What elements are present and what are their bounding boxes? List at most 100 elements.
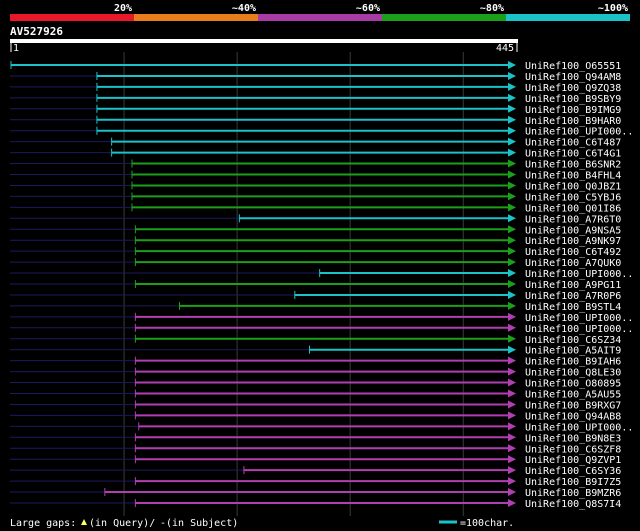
hit-row[interactable]: UniRef100_Q94AB8 bbox=[10, 411, 621, 422]
hit-label[interactable]: UniRef100_C5YBJ6 bbox=[525, 192, 621, 203]
hit-label[interactable]: UniRef100_A9NK97 bbox=[525, 236, 621, 247]
hit-label[interactable]: UniRef100_B9I7Z5 bbox=[525, 477, 621, 488]
hit-label[interactable]: UniRef100_B6SNR2 bbox=[525, 160, 621, 171]
ruler-start-label: 1 bbox=[13, 43, 19, 54]
hit-row[interactable]: UniRef100_B9HAR0 bbox=[10, 115, 621, 127]
hit-arrow bbox=[508, 236, 516, 245]
hit-row[interactable]: UniRef100_A9PG11 bbox=[10, 280, 621, 291]
hit-label[interactable]: UniRef100_A7R0P6 bbox=[525, 291, 621, 302]
hit-label[interactable]: UniRef100_B9IAH6 bbox=[525, 357, 621, 368]
hit-row[interactable]: UniRef100_Q94AM8 bbox=[10, 71, 621, 83]
hit-row[interactable]: UniRef100_UPI000.. bbox=[10, 323, 633, 335]
hit-row[interactable]: UniRef100_Q01I86 bbox=[10, 203, 621, 214]
hit-arrow bbox=[508, 345, 516, 354]
hit-row[interactable]: UniRef100_Q9ZVP1 bbox=[10, 455, 621, 466]
hit-row[interactable]: UniRef100_B9IAH6 bbox=[10, 356, 621, 368]
hit-label[interactable]: UniRef100_C6T4G1 bbox=[525, 149, 621, 160]
hit-row[interactable]: UniRef100_B9SBY9 bbox=[10, 93, 621, 105]
hit-arrow bbox=[508, 192, 516, 201]
hit-row[interactable]: UniRef100_C6T4G1 bbox=[10, 148, 621, 160]
query-bar bbox=[10, 39, 518, 43]
hit-label[interactable]: UniRef100_C6SY36 bbox=[525, 466, 621, 477]
hit-row[interactable]: UniRef100_Q9ZQ38 bbox=[10, 82, 621, 94]
hit-row[interactable]: UniRef100_UPI000.. bbox=[10, 312, 633, 324]
hit-row[interactable]: UniRef100_C6SZF8 bbox=[10, 444, 621, 455]
hit-label[interactable]: UniRef100_O80895 bbox=[525, 379, 621, 390]
scale-label: ~40% bbox=[232, 3, 256, 14]
hit-row[interactable]: UniRef100_B4FHL4 bbox=[10, 170, 621, 182]
hit-row[interactable]: UniRef100_B9RXG7 bbox=[10, 400, 621, 411]
hit-row[interactable]: UniRef100_B6SNR2 bbox=[10, 159, 621, 171]
hit-arrow bbox=[508, 61, 516, 69]
hit-label[interactable]: UniRef100_C6SZF8 bbox=[525, 444, 621, 455]
hit-arrow bbox=[508, 269, 516, 278]
hit-label[interactable]: UniRef100_Q9ZQ38 bbox=[525, 83, 621, 94]
hit-row[interactable]: UniRef100_B9STL4 bbox=[10, 301, 621, 313]
hit-row[interactable]: UniRef100_A9NK97 bbox=[10, 236, 621, 247]
hit-label[interactable]: UniRef100_Q8LE30 bbox=[525, 368, 621, 379]
hit-row[interactable]: UniRef100_A5AU55 bbox=[10, 389, 621, 401]
hit-row[interactable]: UniRef100_A7R0P6 bbox=[10, 290, 621, 302]
hit-arrow bbox=[508, 356, 516, 365]
hit-arrow bbox=[508, 115, 516, 124]
hit-row[interactable]: UniRef100_Q8S7I4 bbox=[10, 499, 621, 510]
hit-row[interactable]: UniRef100_B9MZR6 bbox=[10, 488, 621, 499]
hit-label[interactable]: UniRef100_B9MZR6 bbox=[525, 488, 621, 499]
hit-label[interactable]: UniRef100_A5AIT9 bbox=[525, 346, 621, 357]
hit-arrow bbox=[508, 444, 516, 453]
hit-row[interactable]: UniRef100_C6T487 bbox=[10, 137, 621, 149]
hit-label[interactable]: UniRef100_C6T487 bbox=[525, 138, 621, 149]
hit-label[interactable]: UniRef100_O65551 bbox=[525, 61, 621, 72]
hit-row[interactable]: UniRef100_O80895 bbox=[10, 378, 621, 390]
hit-row[interactable]: UniRef100_O65551 bbox=[10, 61, 621, 72]
hit-row[interactable]: UniRef100_Q8LE30 bbox=[10, 367, 621, 379]
hit-row[interactable]: UniRef100_UPI000.. bbox=[10, 126, 633, 138]
hit-row[interactable]: UniRef100_C5YBJ6 bbox=[10, 192, 621, 203]
ruler-end-label: 445 bbox=[496, 43, 514, 54]
hit-label[interactable]: UniRef100_A7R6T0 bbox=[525, 214, 621, 225]
hit-label[interactable]: UniRef100_Q0JBZ1 bbox=[525, 181, 621, 192]
hit-arrow bbox=[508, 247, 516, 256]
hit-row[interactable]: UniRef100_B9IMG9 bbox=[10, 104, 621, 116]
hit-row[interactable]: UniRef100_A5AIT9 bbox=[10, 345, 621, 357]
hit-label[interactable]: UniRef100_B9RXG7 bbox=[525, 400, 621, 411]
hit-row[interactable]: UniRef100_B9N8E3 bbox=[10, 433, 621, 444]
hit-label[interactable]: UniRef100_B9STL4 bbox=[525, 302, 621, 313]
hit-arrow bbox=[508, 214, 516, 223]
hit-label[interactable]: UniRef100_UPI000.. bbox=[525, 269, 633, 280]
hit-row[interactable]: UniRef100_C6T492 bbox=[10, 247, 621, 258]
hit-label[interactable]: UniRef100_A9NSA5 bbox=[525, 225, 621, 236]
hit-label[interactable]: UniRef100_Q9ZVP1 bbox=[525, 455, 621, 466]
hit-row[interactable]: UniRef100_A9NSA5 bbox=[10, 225, 621, 236]
hit-label[interactable]: UniRef100_UPI000.. bbox=[525, 324, 633, 335]
hit-label[interactable]: UniRef100_C6T492 bbox=[525, 247, 621, 258]
legend: Large gaps: (in Query)/ - (in Subject) =… bbox=[10, 518, 514, 529]
hit-arrow bbox=[508, 466, 516, 475]
hit-label[interactable]: UniRef100_A7QUK0 bbox=[525, 258, 621, 269]
hit-label[interactable]: UniRef100_B9HAR0 bbox=[525, 116, 621, 127]
hit-label[interactable]: UniRef100_B4FHL4 bbox=[525, 171, 621, 182]
hit-row[interactable]: UniRef100_UPI000.. bbox=[10, 422, 633, 433]
hit-label[interactable]: UniRef100_Q01I86 bbox=[525, 203, 621, 214]
hit-arrow bbox=[508, 455, 516, 464]
hit-row[interactable]: UniRef100_Q0JBZ1 bbox=[10, 181, 621, 192]
hit-label[interactable]: UniRef100_B9SBY9 bbox=[525, 94, 621, 105]
hit-row[interactable]: UniRef100_B9I7Z5 bbox=[10, 477, 621, 488]
hit-label[interactable]: UniRef100_Q8S7I4 bbox=[525, 499, 621, 510]
legend-subject-text: (in Subject) bbox=[166, 518, 238, 529]
hit-label[interactable]: UniRef100_Q94AM8 bbox=[525, 72, 621, 83]
hit-label[interactable]: UniRef100_Q94AB8 bbox=[525, 411, 621, 422]
hit-label[interactable]: UniRef100_B9N8E3 bbox=[525, 433, 621, 444]
hit-label[interactable]: UniRef100_UPI000.. bbox=[525, 313, 633, 324]
hit-label[interactable]: UniRef100_A5AU55 bbox=[525, 390, 621, 401]
hit-row[interactable]: UniRef100_A7QUK0 bbox=[10, 258, 621, 269]
hit-label[interactable]: UniRef100_UPI000.. bbox=[525, 422, 633, 433]
hit-label[interactable]: UniRef100_A9PG11 bbox=[525, 280, 621, 291]
hit-row[interactable]: UniRef100_A7R6T0 bbox=[10, 214, 621, 225]
hit-row[interactable]: UniRef100_UPI000.. bbox=[10, 269, 633, 280]
hit-row[interactable]: UniRef100_C6SY36 bbox=[10, 466, 621, 477]
hit-row[interactable]: UniRef100_C6SZ34 bbox=[10, 334, 621, 346]
hit-label[interactable]: UniRef100_C6SZ34 bbox=[525, 335, 621, 346]
hit-label[interactable]: UniRef100_UPI000.. bbox=[525, 127, 633, 138]
hit-label[interactable]: UniRef100_B9IMG9 bbox=[525, 105, 621, 116]
